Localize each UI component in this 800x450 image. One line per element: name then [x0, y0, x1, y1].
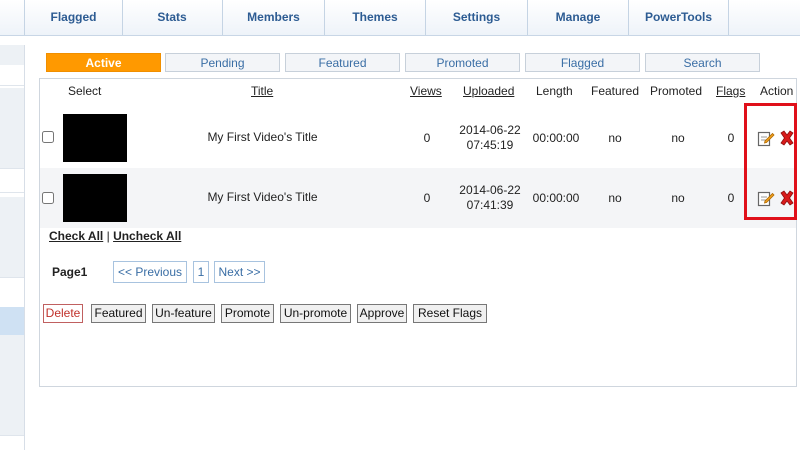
check-all-link[interactable]: Check All [49, 229, 103, 243]
header-views[interactable]: Views [410, 84, 442, 98]
delete-button[interactable]: Delete [43, 304, 83, 323]
nav-powertools[interactable]: PowerTools [629, 0, 729, 35]
page-label: Page1 [52, 265, 88, 279]
check-links: Check All | Uncheck All [49, 229, 181, 243]
video-thumbnail[interactable] [63, 174, 127, 222]
tab-search[interactable]: Search [645, 53, 760, 72]
header-length: Length [536, 84, 573, 98]
uploaded-time: 07:41:39 [466, 198, 514, 212]
sidebar-band[interactable] [0, 65, 24, 86]
sidebar-band[interactable] [0, 108, 24, 129]
header-flags[interactable]: Flags [716, 84, 745, 98]
unpromote-button[interactable]: Un-promote [280, 304, 351, 323]
uncheck-all-link[interactable]: Uncheck All [113, 229, 181, 243]
video-featured: no [608, 191, 622, 205]
page-number-button[interactable]: 1 [193, 261, 209, 283]
sidebar-band[interactable] [0, 148, 24, 169]
header-uploaded[interactable]: Uploaded [463, 84, 514, 98]
uploaded-date: 2014-06-22 [459, 123, 521, 137]
video-thumbnail[interactable] [63, 114, 127, 162]
reset-flags-button[interactable]: Reset Flags [413, 304, 487, 323]
nav-stats[interactable]: Stats [122, 0, 223, 35]
tab-featured[interactable]: Featured [285, 53, 400, 72]
next-page-button[interactable]: Next >> [214, 261, 265, 283]
tab-active[interactable]: Active [46, 53, 161, 72]
left-sidebar [0, 45, 25, 450]
feature-button[interactable]: Featured [91, 304, 146, 323]
action-highlight-box [744, 103, 797, 220]
sidebar-band[interactable] [0, 395, 24, 416]
unfeature-button[interactable]: Un-feature [152, 304, 215, 323]
sidebar-band[interactable] [0, 45, 24, 66]
video-flags: 0 [727, 191, 735, 205]
approve-button[interactable]: Approve [357, 304, 407, 323]
sidebar-band[interactable] [0, 88, 24, 109]
sidebar-band[interactable] [0, 172, 24, 193]
promote-button[interactable]: Promote [221, 304, 274, 323]
uploaded-date: 2014-06-22 [459, 183, 521, 197]
video-views: 0 [423, 191, 431, 205]
header-featured: Featured [591, 84, 640, 98]
sidebar-band[interactable] [0, 237, 24, 258]
row-select-checkbox[interactable] [42, 131, 54, 143]
header-promoted: Promoted [650, 84, 703, 98]
header-action: Action [760, 84, 794, 98]
video-title: My First Video's Title [207, 190, 318, 204]
header-select: Select [68, 84, 102, 98]
uploaded-time: 07:45:19 [466, 138, 514, 152]
video-length: 00:00:00 [532, 191, 580, 205]
top-navigation: Flagged Stats Members Themes Settings Ma… [0, 0, 800, 36]
tab-promoted[interactable]: Promoted [405, 53, 520, 72]
nav-settings[interactable]: Settings [426, 0, 528, 35]
sidebar-band[interactable] [0, 257, 24, 278]
nav-themes[interactable]: Themes [325, 0, 426, 35]
video-views: 0 [423, 131, 431, 145]
header-title[interactable]: Title [251, 84, 273, 98]
video-uploaded: 2014-06-22 07:45:19 [455, 123, 525, 153]
nav-members[interactable]: Members [223, 0, 325, 35]
sidebar-band[interactable] [0, 415, 24, 436]
tab-flagged[interactable]: Flagged [525, 53, 640, 72]
video-length: 00:00:00 [532, 131, 580, 145]
video-promoted: no [671, 191, 685, 205]
sidebar-band[interactable] [0, 128, 24, 149]
sidebar-band-selected[interactable] [0, 307, 24, 336]
tab-pending[interactable]: Pending [165, 53, 280, 72]
nav-flagged[interactable]: Flagged [24, 0, 123, 35]
row-select-checkbox[interactable] [42, 192, 54, 204]
sidebar-band[interactable] [0, 335, 24, 356]
video-featured: no [608, 131, 622, 145]
sidebar-band[interactable] [0, 217, 24, 238]
video-title: My First Video's Title [207, 130, 318, 144]
video-uploaded: 2014-06-22 07:41:39 [455, 183, 525, 213]
sidebar-band[interactable] [0, 355, 24, 376]
video-promoted: no [671, 131, 685, 145]
previous-page-button[interactable]: << Previous [113, 261, 187, 283]
sidebar-band[interactable] [0, 375, 24, 396]
nav-manage[interactable]: Manage [528, 0, 629, 35]
check-separator: | [106, 229, 110, 243]
video-flags: 0 [727, 131, 735, 145]
sidebar-band[interactable] [0, 197, 24, 218]
